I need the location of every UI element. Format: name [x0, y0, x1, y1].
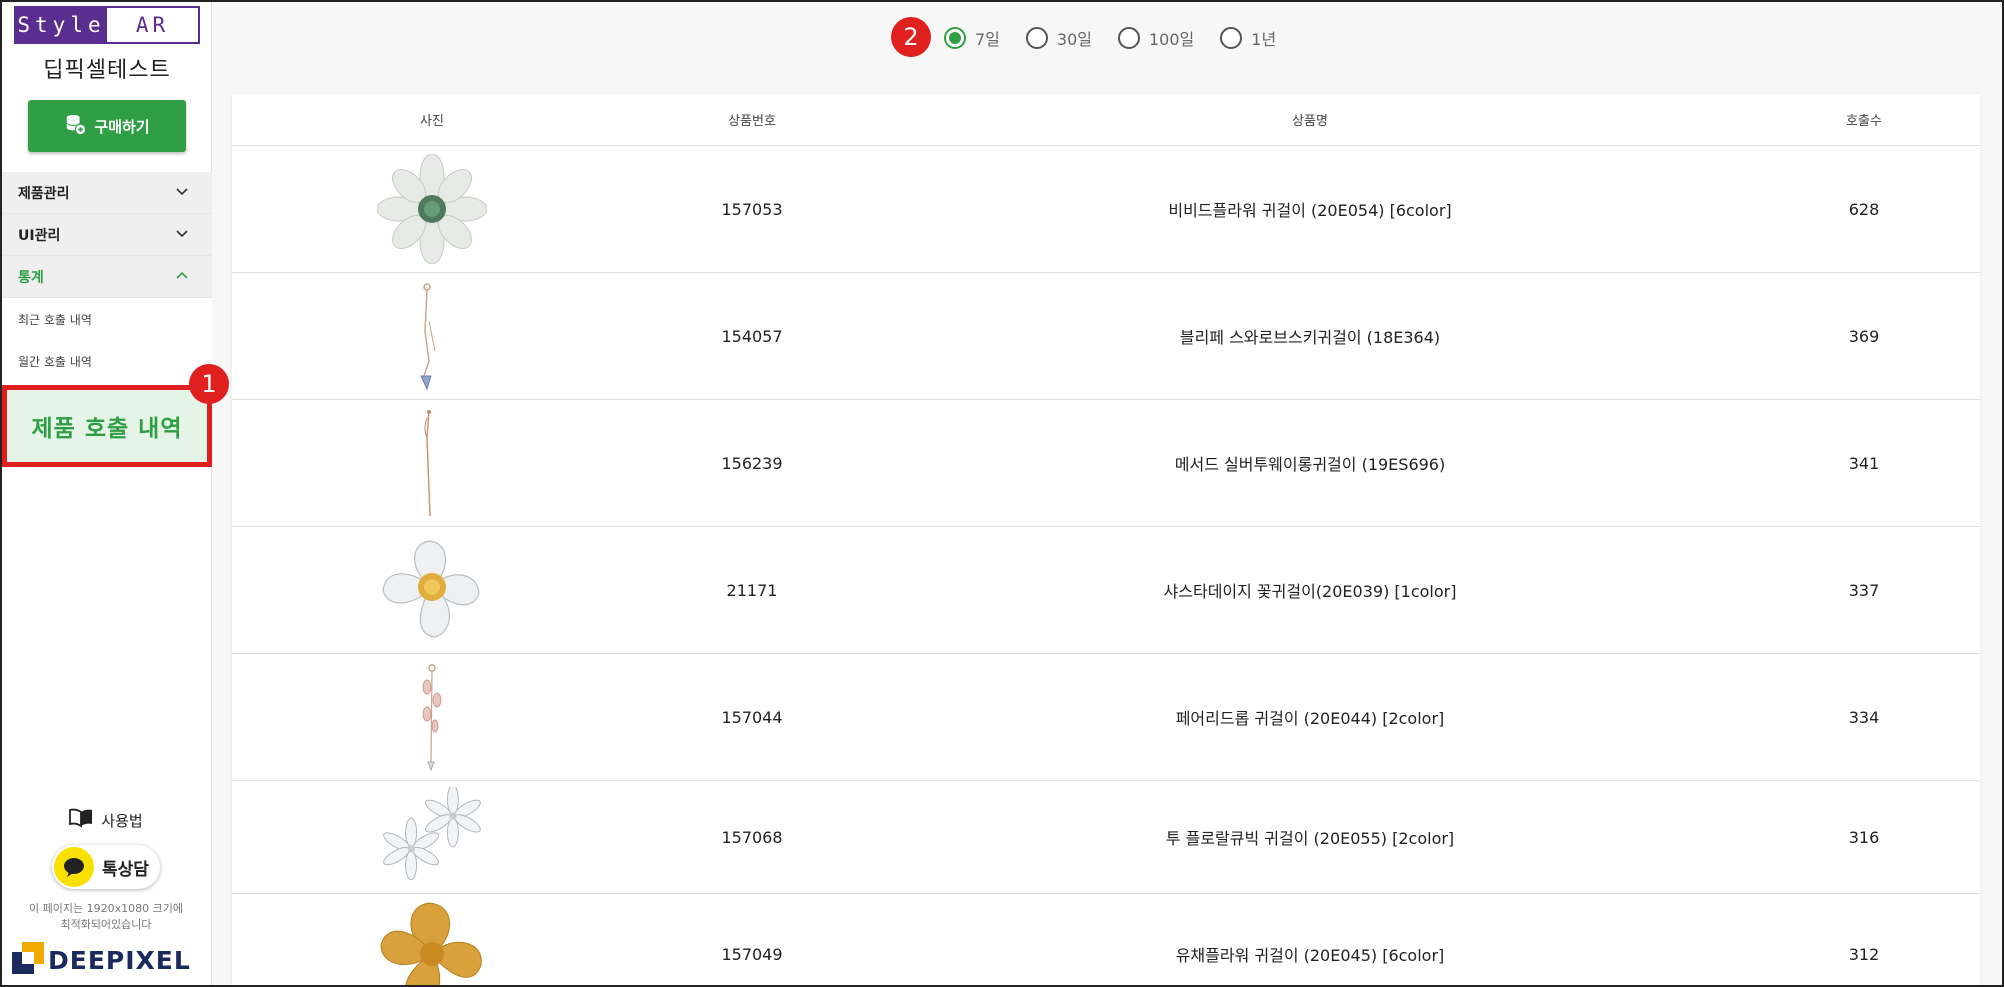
radio-empty-icon	[1118, 27, 1140, 49]
table-row[interactable]: 156239 메서드 실버투웨이롱귀걸이 (19ES696) 341	[232, 400, 1980, 527]
period-radio-7d[interactable]: 7일	[944, 26, 1000, 50]
fairy-drop-earring-image	[422, 664, 442, 772]
product-number: 157049	[721, 944, 783, 964]
period-filter: 7일 30일 100일 1년	[944, 18, 1276, 58]
sidebar-item-ui-management[interactable]: UI관리	[0, 214, 212, 256]
daisy-earring-image	[382, 540, 480, 638]
brand-name: 딥픽셀테스트	[43, 58, 171, 83]
long-chain-earring-image	[424, 409, 431, 517]
white-flower-earring-image	[377, 154, 487, 264]
product-number: 156239	[721, 453, 783, 473]
buy-button-label: 구매하기	[94, 117, 150, 136]
product-name: 블리페 스와로브스키귀걸이 (18E364)	[1179, 328, 1441, 347]
database-add-icon	[64, 113, 86, 139]
sidebar-item-product-management[interactable]: 제품관리	[0, 172, 212, 214]
product-name: 메서드 실버투웨이롱귀걸이 (19ES696)	[1174, 455, 1446, 474]
sidebar-item-label: UI관리	[18, 227, 61, 244]
call-count: 341	[1848, 453, 1880, 473]
notice-line-2: 최적화되어있습니다	[60, 918, 152, 931]
deepixel-mark-icon	[12, 942, 44, 978]
kakao-chat-label: 톡상담	[102, 859, 149, 880]
table-row[interactable]: 157068 투 플로랄큐빅 귀걸이 (20E055) [2color] 316	[232, 781, 1980, 894]
open-book-icon	[69, 808, 93, 832]
chevron-down-icon	[174, 183, 190, 203]
period-radio-label: 100일	[1149, 30, 1195, 49]
annotation-badge-1: 1	[189, 364, 229, 404]
product-name: 페어리드롭 귀걸이 (20E044) [2color]	[1175, 709, 1445, 728]
table-row[interactable]: 157044 페어리드롭 귀걸이 (20E044) [2color] 334	[232, 654, 1980, 781]
product-number: 157068	[721, 827, 783, 847]
sidebar-subitem-recent-calls[interactable]: 최근 호출 내역	[0, 298, 212, 340]
period-radio-1y[interactable]: 1년	[1220, 26, 1276, 50]
period-radio-label: 7일	[975, 30, 1000, 49]
chevron-up-icon	[174, 267, 190, 287]
header-product-number: 상품번호	[728, 114, 776, 129]
table-header: 사진 상품번호 상품명 호출수	[232, 94, 1980, 146]
sidebar-menu: 제품관리 UI관리 통계 최근 호출 내역 월간 호출 내역	[0, 172, 212, 382]
style-ar-logo[interactable]: Style AR	[14, 6, 200, 44]
call-count: 316	[1848, 827, 1880, 847]
logo-style-text: Style	[16, 8, 107, 42]
product-calls-table: 사진 상품번호 상품명 호출수 157053 비비드플라워 귀걸이 (20E05…	[232, 94, 1980, 987]
sidebar-item-statistics[interactable]: 통계	[0, 256, 212, 298]
call-count: 337	[1848, 580, 1880, 600]
notice-line-1: 이 페이지는 1920x1080 크기에	[29, 902, 183, 915]
period-radio-label: 30일	[1056, 30, 1092, 49]
header-photo: 사진	[420, 114, 444, 129]
yellow-flower-earring-image	[380, 902, 482, 987]
table-row[interactable]: 154057 블리페 스와로브스키귀걸이 (18E364) 369	[232, 273, 1980, 400]
sidebar-item-label: 통계	[18, 269, 44, 286]
product-number: 21171	[726, 580, 778, 600]
usage-guide-link[interactable]: 사용법	[0, 808, 212, 832]
usage-guide-label: 사용법	[101, 811, 143, 830]
deepixel-logo: DEEPIXEL	[12, 942, 191, 978]
sidebar-subitem-monthly-calls[interactable]: 월간 호출 내역	[0, 340, 212, 382]
header-call-count: 호출수	[1846, 114, 1882, 129]
resolution-notice: 이 페이지는 1920x1080 크기에 최적화되어있습니다	[0, 901, 212, 933]
product-number: 154057	[721, 326, 783, 346]
period-radio-label: 1년	[1251, 30, 1277, 49]
table-row[interactable]: 21171 샤스타데이지 꽃귀걸이(20E039) [1color] 337	[232, 527, 1980, 654]
table-row[interactable]: 157049 유채플라워 귀걸이 (20E045) [6color] 312	[232, 894, 1980, 987]
radio-selected-icon	[944, 27, 966, 49]
floral-cubic-earring-image	[383, 787, 481, 881]
logo-ar-text: AR	[107, 8, 198, 42]
period-radio-30d[interactable]: 30일	[1025, 26, 1092, 50]
chevron-down-icon	[174, 225, 190, 245]
product-name: 비비드플라워 귀걸이 (20E054) [6color]	[1168, 201, 1452, 220]
period-radio-100d[interactable]: 100일	[1118, 26, 1194, 50]
call-count: 334	[1848, 707, 1880, 727]
header-product-name: 상품명	[1292, 114, 1328, 129]
annotation-badge-2: 2	[891, 17, 931, 57]
deepixel-text: DEEPIXEL	[48, 945, 191, 975]
sidebar-subitem-product-calls[interactable]: 제품 호출 내역	[2, 385, 212, 467]
call-count: 628	[1848, 199, 1880, 219]
product-number: 157044	[721, 707, 783, 727]
product-name: 샤스타데이지 꽃귀걸이(20E039) [1color]	[1163, 582, 1457, 601]
call-count: 312	[1848, 944, 1880, 964]
kakao-chat-button[interactable]: 톡상담	[52, 845, 160, 889]
radio-empty-icon	[1025, 27, 1048, 49]
sidebar-item-label: 제품관리	[18, 185, 70, 202]
product-name: 유채플라워 귀걸이 (20E045) [6color]	[1175, 946, 1445, 965]
radio-empty-icon	[1220, 27, 1243, 49]
drop-earring-image	[420, 283, 436, 391]
product-number: 157053	[721, 199, 783, 219]
buy-button[interactable]: 구매하기	[28, 100, 186, 152]
table-row[interactable]: 157053 비비드플라워 귀걸이 (20E054) [6color] 628	[232, 146, 1980, 273]
product-name: 투 플로랄큐빅 귀걸이 (20E055) [2color]	[1165, 829, 1455, 848]
call-count: 369	[1848, 326, 1880, 346]
chat-bubble-icon	[54, 847, 94, 887]
sidebar: Style AR 딥픽셀테스트 구매하기 제품관리 UI관리 통계 최근 호출 …	[0, 0, 212, 987]
